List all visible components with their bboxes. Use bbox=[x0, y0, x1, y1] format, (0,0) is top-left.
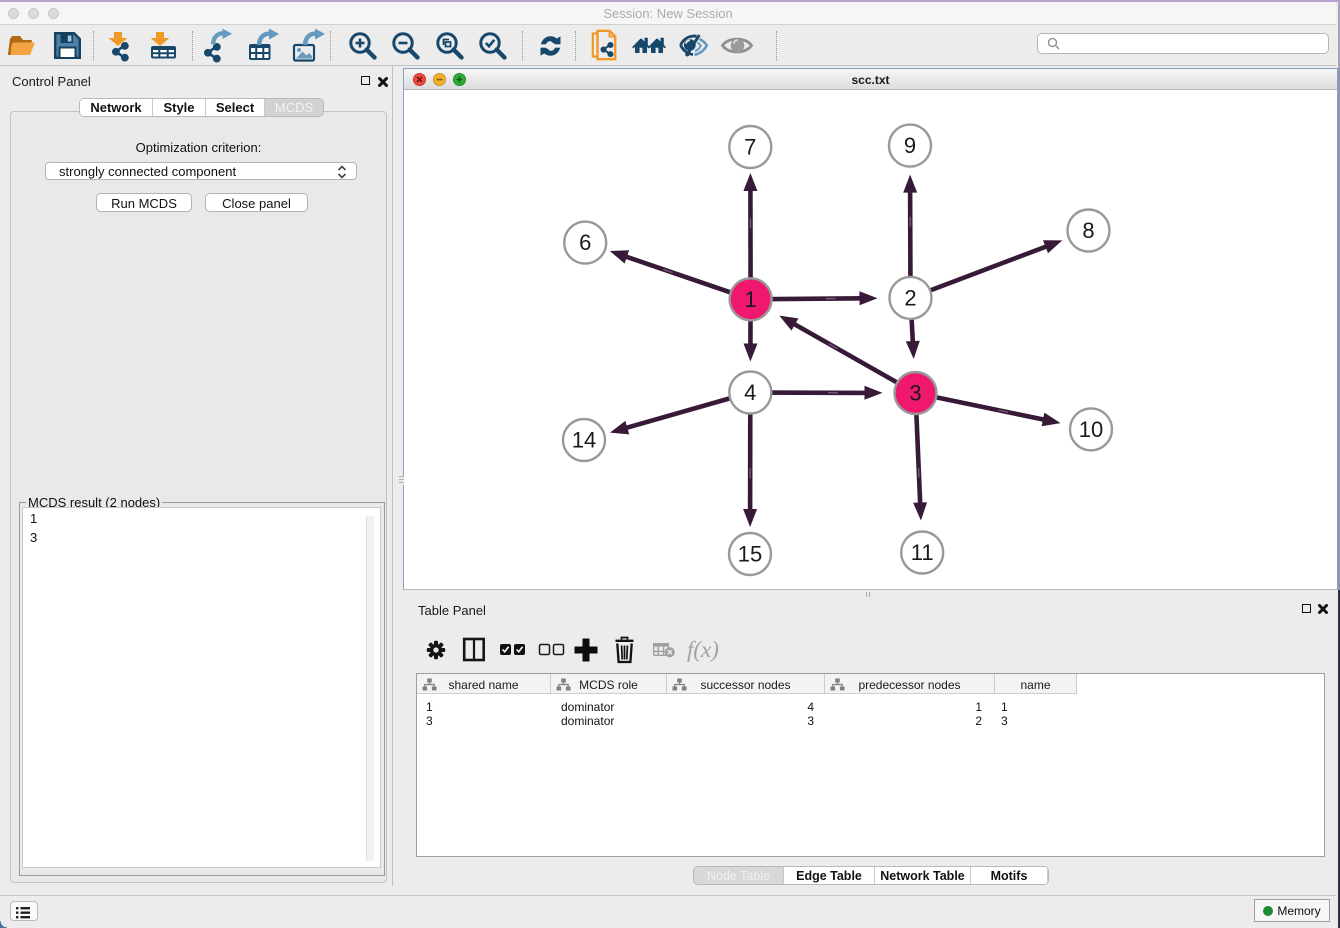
svg-text:f(x): f(x) bbox=[687, 637, 719, 662]
svg-text:9: 9 bbox=[904, 133, 916, 158]
svg-text:4: 4 bbox=[744, 380, 756, 405]
svg-text:3: 3 bbox=[909, 381, 921, 406]
svg-text:8: 8 bbox=[1082, 218, 1094, 243]
svg-text:6: 6 bbox=[579, 230, 591, 255]
svg-text:2: 2 bbox=[904, 285, 916, 310]
svg-text:7: 7 bbox=[744, 135, 756, 160]
svg-text:11: 11 bbox=[911, 540, 934, 565]
svg-text:10: 10 bbox=[1079, 417, 1103, 442]
svg-text:14: 14 bbox=[572, 428, 596, 453]
svg-text:15: 15 bbox=[738, 542, 762, 567]
svg-text:1: 1 bbox=[744, 287, 756, 312]
